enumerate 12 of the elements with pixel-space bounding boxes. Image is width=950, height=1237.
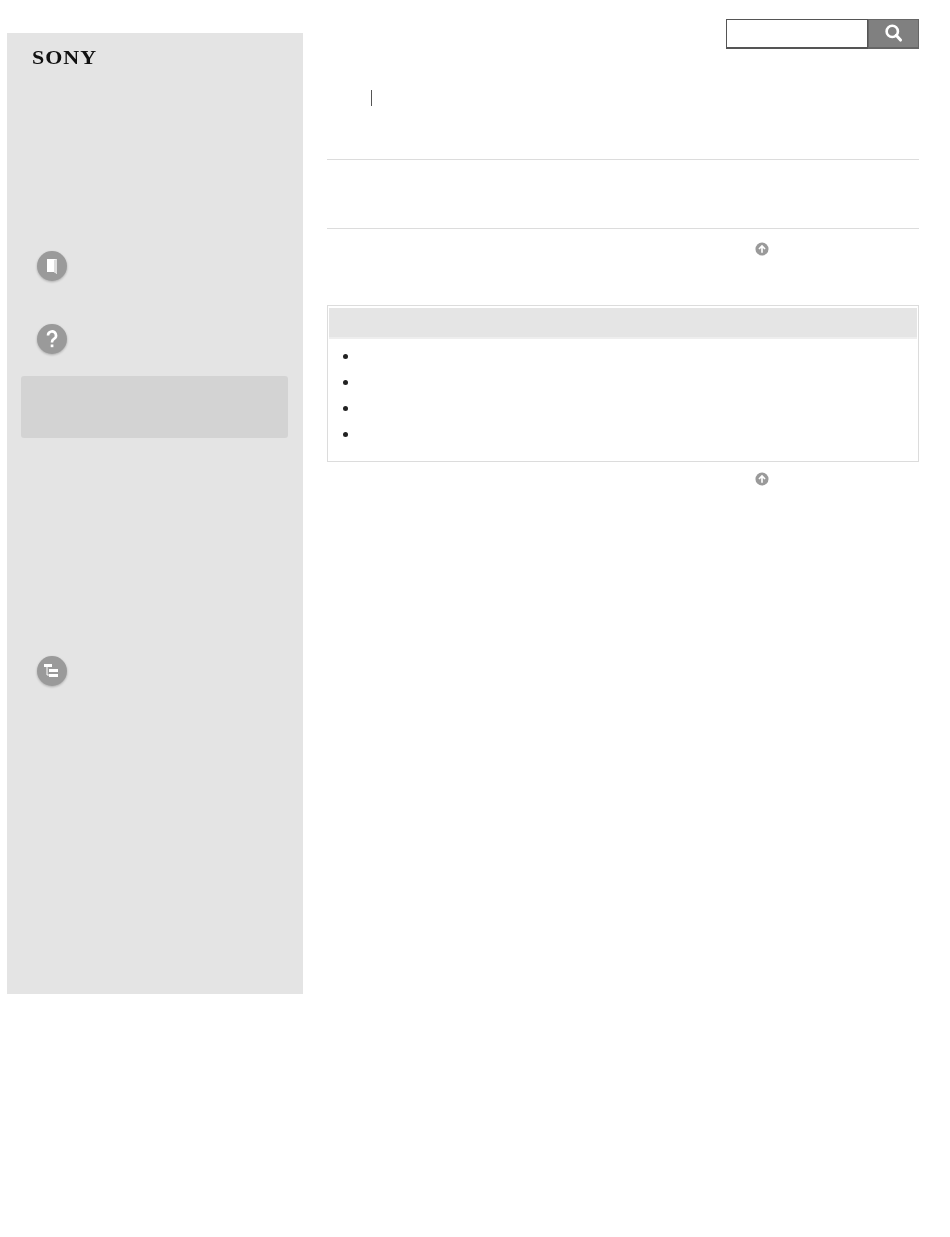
search-button[interactable] (868, 19, 919, 49)
bullet-icon (343, 379, 348, 385)
tree-icon[interactable] (37, 656, 67, 686)
back-to-top-icon[interactable] (755, 472, 769, 486)
back-to-top-icon[interactable] (755, 242, 769, 256)
bullet-icon (343, 431, 348, 437)
bullet-icon (343, 353, 348, 359)
book-icon[interactable] (37, 251, 67, 281)
bullet-icon (343, 405, 348, 411)
search-field[interactable] (726, 19, 868, 49)
sony-logo[interactable]: SONY (32, 49, 98, 68)
help-icon[interactable] (37, 324, 67, 354)
